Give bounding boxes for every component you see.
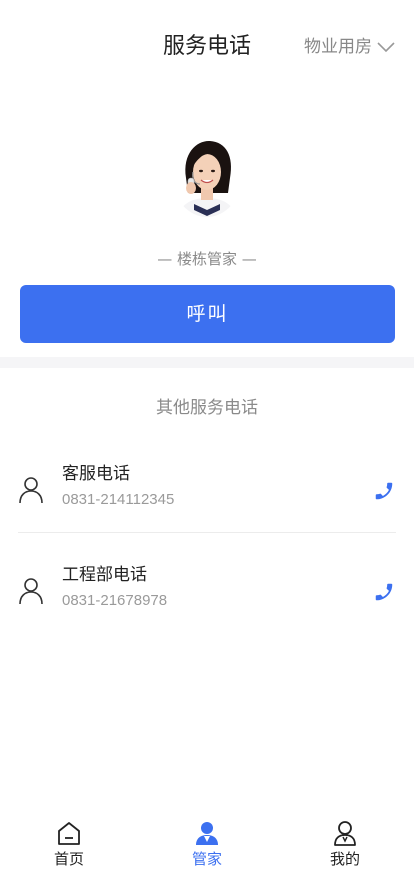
nav-label: 首页 — [53, 850, 84, 868]
row-divider — [18, 532, 396, 533]
chevron-down-icon — [377, 42, 395, 53]
phone-icon[interactable] — [373, 479, 395, 503]
bottom-nav: 首页 管家 我的 — [0, 810, 414, 896]
property-selector[interactable]: 物业用房 — [304, 35, 396, 59]
contact-phone: 0831-214112345 — [62, 491, 175, 508]
header: 服务电话 物业用房 — [0, 0, 414, 95]
phone-icon[interactable] — [373, 580, 395, 604]
nav-label: 我的 — [329, 850, 360, 868]
butler-icon — [196, 822, 218, 845]
manager-avatar — [172, 138, 242, 218]
other-services-title: 其他服务电话 — [156, 398, 258, 418]
contact-row-customer-service[interactable]: 客服电话 0831-214112345 — [0, 455, 414, 527]
section-divider — [0, 357, 414, 368]
call-button[interactable]: 呼叫 — [20, 285, 395, 343]
nav-item-butler[interactable]: 管家 — [138, 810, 276, 896]
contact-name: 工程部电话 — [62, 565, 147, 585]
profile-icon — [334, 821, 356, 846]
contact-phone: 0831-21678978 — [62, 592, 168, 609]
home-icon — [58, 822, 80, 845]
contact-name: 客服电话 — [62, 464, 130, 484]
nav-item-profile[interactable]: 我的 — [276, 810, 414, 896]
nav-item-home[interactable]: 首页 — [0, 810, 138, 896]
property-selector-label: 物业用房 — [304, 37, 372, 57]
service-phone-page: 服务电话 物业用房 — 楼栋管家 — 呼叫 其他服务电话 客服电话 0831-2… — [0, 0, 414, 896]
nav-label: 管家 — [191, 850, 222, 868]
role-label: — 楼栋管家 — — [157, 250, 257, 268]
person-icon — [19, 477, 43, 504]
person-icon — [19, 578, 43, 605]
contact-row-engineering[interactable]: 工程部电话 0831-21678978 — [0, 556, 414, 628]
